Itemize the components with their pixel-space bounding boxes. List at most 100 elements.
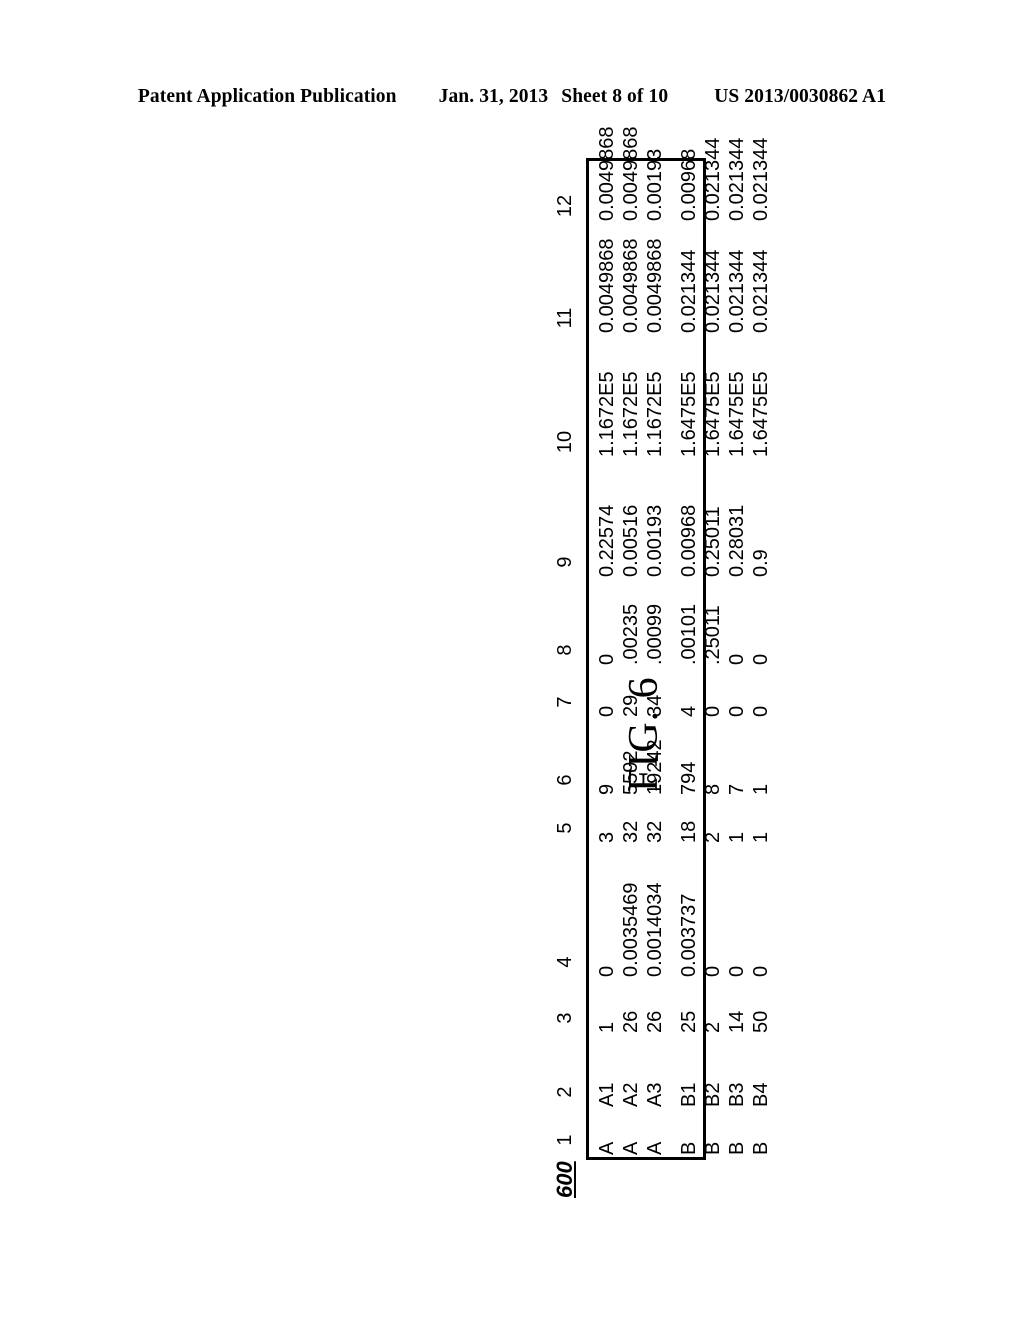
column-header-5: 5 (554, 822, 576, 834)
column-header-10: 10 (554, 430, 576, 454)
column-header-6: 6 (554, 774, 576, 786)
table-row: B B3 14 0 1 7 0 0 0.28031 1.6475E5 0.021344 0.02134… (725, 138, 749, 1157)
column-number-strip: 1 2 3 4 5 6 7 8 9 10 11 12 (554, 158, 580, 1158)
table-cell: A2 (620, 1082, 642, 1107)
table-cell: .00099 (644, 603, 666, 665)
table-cell: A (596, 1141, 618, 1155)
table-cell: 794 (678, 761, 700, 795)
table-cell: 0.021344 (726, 137, 748, 221)
table-cell: 7 (726, 783, 748, 795)
table-cell: 0.0049868 (596, 126, 618, 221)
table-cell: 0 (750, 705, 772, 717)
figure-rotated-frame: FIG. 6 600 1 2 3 4 5 6 7 8 9 10 11 12 A A1 1 0 3 9 0 0 0.22… (302, 126, 772, 1210)
table-cell: A (644, 1141, 666, 1155)
table-cell: 0 (750, 965, 772, 977)
table-cell: A3 (644, 1082, 666, 1107)
table-cell: 0.021344 (726, 249, 748, 333)
table-cell: 19242 (644, 739, 666, 795)
table-cell: 14 (726, 1010, 748, 1033)
table-cell: 0 (702, 705, 724, 717)
table-cell: B1 (678, 1082, 700, 1107)
table-cell: 0.00516 (620, 504, 642, 577)
table-cell: 0.0049868 (644, 238, 666, 333)
table-cell: 1 (750, 783, 772, 795)
table-cell: 29 (620, 694, 642, 717)
table-cell: 0.021344 (750, 137, 772, 221)
column-header-2: 2 (554, 1086, 576, 1098)
table-cell: 1.1672E5 (596, 371, 618, 457)
table-cell: 50 (750, 1010, 772, 1033)
table-cell: 1 (750, 831, 772, 843)
table-cell: 0.021344 (678, 249, 700, 333)
table-cell: 4 (678, 705, 700, 717)
table-cell: 1.1672E5 (644, 371, 666, 457)
table-cell: 26 (620, 1010, 642, 1033)
column-header-9: 9 (554, 556, 576, 568)
table-cell: 1.6475E5 (750, 371, 772, 457)
table-cell: 0.00968 (678, 148, 700, 221)
table-cell: .00235 (620, 603, 642, 665)
table-cell: 0.0049868 (620, 238, 642, 333)
table-cell: 0.9 (750, 549, 772, 577)
table-cell: 0.00193 (644, 504, 666, 577)
table-row: B B1 25 0.003737 18 794 4 .00101 0.00968 1.6475E5… (677, 149, 701, 1157)
column-header-1: 1 (554, 1134, 576, 1146)
table-cell: B (702, 1141, 724, 1155)
table-cell: 0.28031 (726, 504, 748, 577)
table-cell: 3 (596, 831, 618, 843)
data-table-rows: A A1 1 0 3 9 0 0 0.22574 1.1672E5 0.0049868 0.00498… (589, 126, 772, 1157)
table-cell: 25 (678, 1010, 700, 1033)
table-cell: 0.0049868 (620, 126, 642, 221)
table-cell: 0.021344 (702, 137, 724, 221)
table-cell: 34 (644, 694, 666, 717)
table-cell: 0.003737 (678, 893, 700, 977)
table-cell: 2 (702, 1021, 724, 1033)
table-cell: 5592 (620, 750, 642, 796)
table-cell: 0 (596, 705, 618, 717)
table-cell: 1.6475E5 (726, 371, 748, 457)
table-cell: 0.021344 (702, 249, 724, 333)
table-cell: B (750, 1141, 772, 1155)
table-cell: A1 (596, 1082, 618, 1107)
table-cell: 8 (702, 783, 724, 795)
publication-label: Patent Application Publication (137, 86, 397, 107)
table-row: B B2 2 0 2 8 0.25011 0.25011 1.6475E5 0.021344 0.0… (701, 138, 725, 1157)
table-cell: 1 (596, 1021, 618, 1033)
table-cell: 0 (750, 653, 772, 665)
publication-date: Jan. 31, 2013 (438, 86, 549, 107)
sheet-number: Sheet 8 of 10 (561, 86, 669, 107)
table-cell: 9 (596, 783, 618, 795)
table-cell: 18 (678, 820, 700, 843)
column-header-7: 7 (554, 696, 576, 708)
table-cell: 0 (702, 965, 724, 977)
table-cell: 0.25011 (702, 506, 724, 577)
table-cell: 0 (726, 653, 748, 665)
table-row: A A1 1 0 3 9 0 0 0.22574 1.1672E5 0.0049868 0.00498… (595, 126, 619, 1157)
patent-running-header: Patent Application Publication Jan. 31, … (0, 86, 1024, 108)
column-header-8: 8 (554, 644, 576, 656)
table-row: A A2 26 0.0035469 32 5592 29 .00235 0.00516 1.167… (619, 126, 643, 1157)
table-cell: 0 (596, 653, 618, 665)
table-cell: 32 (644, 820, 666, 843)
table-cell: B (726, 1141, 748, 1155)
table-cell: 1.1672E5 (620, 371, 642, 457)
table-cell: 1 (726, 831, 748, 843)
table-cell: 0.22574 (596, 504, 618, 577)
table-cell: 1.6475E5 (702, 371, 724, 457)
table-cell: A (620, 1141, 642, 1155)
table-cell: 0.00193 (644, 148, 666, 221)
table-cell: 0.00968 (678, 504, 700, 577)
column-header-12: 12 (554, 194, 576, 218)
table-cell: 1.6475E5 (678, 371, 700, 457)
table-cell: 0 (726, 705, 748, 717)
table-cell: B (678, 1141, 700, 1155)
table-cell: 0.0014034 (644, 882, 666, 977)
column-header-4: 4 (554, 956, 576, 968)
table-cell: 0 (726, 965, 748, 977)
table-cell: .25011 (702, 605, 724, 665)
table-cell: B2 (702, 1082, 724, 1107)
table-cell: 0.0035469 (620, 882, 642, 977)
table-row: A A3 26 0.0014034 32 19242 34 .00099 0.00193 1.16… (643, 149, 667, 1157)
column-header-3: 3 (554, 1012, 576, 1024)
table-cell: 0.021344 (750, 249, 772, 333)
